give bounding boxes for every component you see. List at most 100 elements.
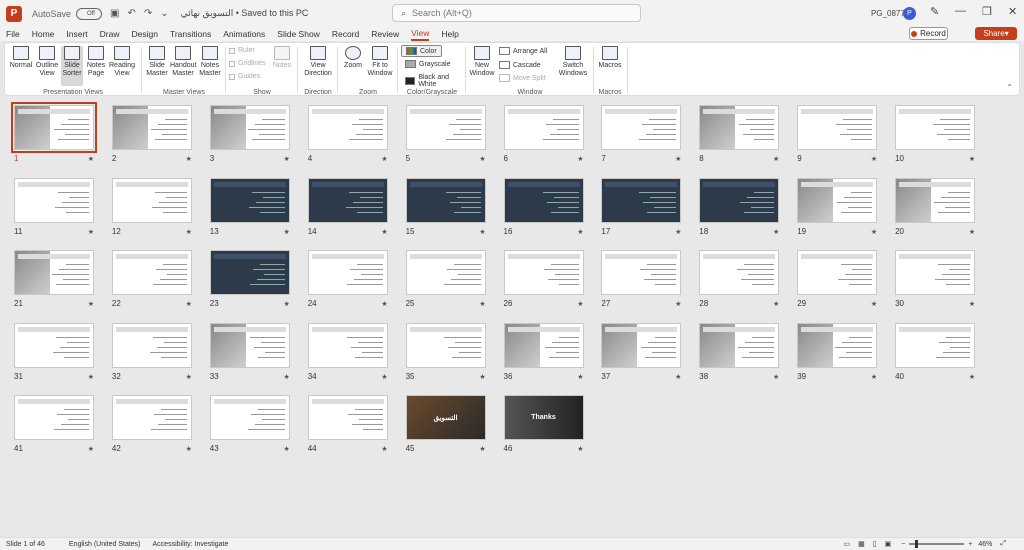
undo-icon[interactable]: ↶ [127,8,135,19]
notes-page-button[interactable]: Notes Page [85,46,107,78]
slide-thumbnail[interactable]: 3 ★ [209,105,290,163]
transition-star-icon[interactable]: ★ [381,300,387,308]
transition-star-icon[interactable]: ★ [284,228,290,236]
slide-thumbnail[interactable]: 35 ★ [405,322,486,381]
transition-star-icon[interactable]: ★ [479,445,485,453]
slide-thumbnail[interactable]: 31 ★ [14,322,94,381]
tab-help[interactable]: Help [441,29,458,39]
slide-thumbnail[interactable]: 14 ★ [307,177,388,236]
transition-star-icon[interactable]: ★ [577,445,583,453]
transition-star-icon[interactable]: ★ [969,155,975,163]
slide-thumbnail[interactable]: 33 ★ [209,322,290,381]
share-button[interactable]: Share ▾ [975,27,1017,40]
slide-thumbnail[interactable]: 25 ★ [405,250,486,308]
transition-star-icon[interactable]: ★ [88,155,94,163]
slide-thumbnail[interactable]: 39 ★ [797,322,878,381]
slide-thumbnail[interactable]: 7 ★ [601,105,682,163]
transition-star-icon[interactable]: ★ [577,228,583,236]
redo-icon[interactable]: ↷ [144,8,152,19]
transition-star-icon[interactable]: ★ [675,373,681,381]
transition-star-icon[interactable]: ★ [969,373,975,381]
accessibility-status[interactable]: Accessibility: Investigate [153,541,229,548]
autosave-toggle[interactable]: Off [76,7,103,20]
notes-master-button[interactable]: Notes Master [198,46,222,78]
tab-record[interactable]: Record [332,29,359,39]
slide-thumbnail[interactable]: 17 ★ [601,177,682,236]
normal-view-button[interactable]: Normal [9,46,33,70]
transition-star-icon[interactable]: ★ [577,155,583,163]
slide-thumbnail[interactable]: 6 ★ [503,105,584,163]
tab-file[interactable]: File [6,29,20,39]
view-direction-button[interactable]: View Direction [301,46,335,78]
slide-thumbnail[interactable]: 41 ★ [14,395,94,453]
transition-star-icon[interactable]: ★ [871,373,877,381]
language-indicator[interactable]: English (United States) [69,541,141,548]
reading-view-status-icon[interactable]: ▯ [873,540,877,548]
handout-master-button[interactable]: Handout Master [170,46,196,78]
pen-icon[interactable]: ✎ [930,5,939,18]
slide-thumbnail[interactable]: 8 ★ [699,105,780,163]
black-and-white-button[interactable]: Black and White [405,74,465,88]
tab-transitions[interactable]: Transitions [170,29,211,39]
transition-star-icon[interactable]: ★ [186,300,192,308]
transition-star-icon[interactable]: ★ [186,155,192,163]
guides-checkbox[interactable]: Guides [229,73,260,80]
transition-star-icon[interactable]: ★ [88,228,94,236]
minimize-icon[interactable]: — [955,5,966,17]
transition-star-icon[interactable]: ★ [675,300,681,308]
zoom-out-icon[interactable]: − [901,541,905,548]
tab-home[interactable]: Home [32,29,55,39]
tab-insert[interactable]: Insert [66,29,87,39]
slide-thumbnail[interactable]: 10 ★ [895,105,976,163]
slideshow-status-icon[interactable]: ▣ [885,540,892,548]
transition-star-icon[interactable]: ★ [577,373,583,381]
notes-button[interactable]: Notes [271,46,293,70]
transition-star-icon[interactable]: ★ [773,300,779,308]
slide-thumbnail[interactable]: 43 ★ [209,395,290,453]
color-button[interactable]: Color [401,45,442,57]
gridlines-checkbox[interactable]: Gridlines [229,60,266,67]
slide-thumbnail[interactable]: Thanks 46 ★ [503,395,584,453]
slide-thumbnail[interactable]: 15 ★ [405,177,486,236]
transition-star-icon[interactable]: ★ [675,155,681,163]
save-icon[interactable]: ▣ [110,8,119,19]
tab-draw[interactable]: Draw [100,29,120,39]
transition-star-icon[interactable]: ★ [479,300,485,308]
zoom-level[interactable]: 46% [978,541,992,548]
zoom-slider[interactable] [909,540,965,548]
slide-thumbnail[interactable]: 12 ★ [111,177,192,236]
tab-design[interactable]: Design [132,29,158,39]
restore-icon[interactable]: ❐ [982,5,992,18]
transition-star-icon[interactable]: ★ [773,155,779,163]
slide-thumbnail[interactable]: 42 ★ [111,395,192,453]
transition-star-icon[interactable]: ★ [88,445,94,453]
transition-star-icon[interactable]: ★ [871,228,877,236]
transition-star-icon[interactable]: ★ [88,300,94,308]
transition-star-icon[interactable]: ★ [773,228,779,236]
slide-thumbnail[interactable]: 13 ★ [209,177,290,236]
transition-star-icon[interactable]: ★ [381,228,387,236]
slide-thumbnail[interactable]: 37 ★ [601,322,682,381]
transition-star-icon[interactable]: ★ [381,445,387,453]
slide-thumbnail[interactable]: 44 ★ [307,395,388,453]
slide-thumbnail[interactable]: 28 ★ [699,250,780,308]
switch-windows-button[interactable]: Switch Windows [557,46,589,78]
slide-thumbnail[interactable]: 36 ★ [503,322,584,381]
new-window-button[interactable]: New Window [469,46,495,78]
slide-thumbnail[interactable]: 21 ★ [14,250,94,308]
slide-thumbnail[interactable]: 27 ★ [601,250,682,308]
slide-thumbnail[interactable]: 11 ★ [14,177,94,236]
slide-thumbnail[interactable]: 30 ★ [895,250,976,308]
slide-thumbnail[interactable]: 5 ★ [405,105,486,163]
macros-button[interactable]: Macros [597,46,623,70]
transition-star-icon[interactable]: ★ [479,155,485,163]
transition-star-icon[interactable]: ★ [186,228,192,236]
tab-review[interactable]: Review [371,29,399,39]
slide-thumbnail[interactable]: 2 ★ [111,105,192,163]
slide-thumbnail[interactable]: 32 ★ [111,322,192,381]
transition-star-icon[interactable]: ★ [88,373,94,381]
slide-sorter-button[interactable]: Slide Sorter [61,46,83,86]
slide-thumbnail[interactable]: 19 ★ [797,177,878,236]
record-button[interactable]: Record [909,27,948,40]
transition-star-icon[interactable]: ★ [479,373,485,381]
